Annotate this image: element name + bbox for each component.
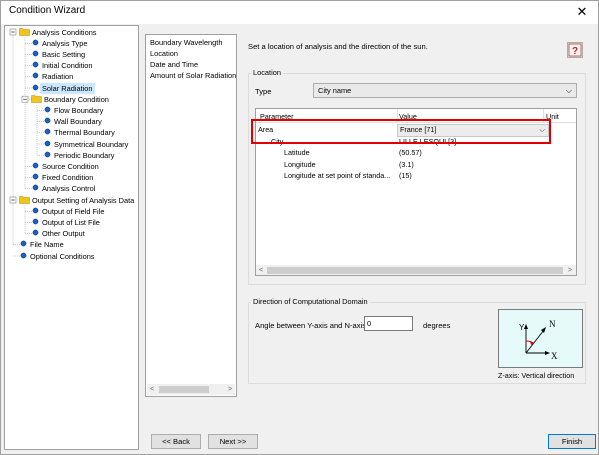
table-row[interactable]: Longitude (3.1) bbox=[256, 159, 576, 170]
tree-item-label: Fixed Condition bbox=[42, 173, 94, 183]
type-select[interactable]: City name ⌵ bbox=[313, 83, 577, 98]
folder-icon bbox=[19, 27, 30, 39]
page-list-scrollbar[interactable]: < > bbox=[147, 384, 235, 395]
scroll-thumb[interactable] bbox=[267, 267, 563, 274]
tree-item[interactable]: File Name bbox=[19, 239, 66, 250]
tree-item[interactable]: Thermal Boundary bbox=[43, 127, 117, 138]
x-axis-label: X bbox=[551, 351, 558, 361]
value-cell: (50.57) bbox=[399, 148, 422, 158]
tree-item-label: Analysis Type bbox=[42, 38, 88, 48]
tree-item-label: Analysis Conditions bbox=[32, 27, 97, 37]
diagram-caption: Z-axis: Vertical direction bbox=[498, 371, 575, 380]
scroll-thumb[interactable] bbox=[159, 386, 209, 393]
tree-item-label: Flow Boundary bbox=[54, 105, 104, 115]
page-item[interactable]: Boundary Wavelength bbox=[150, 38, 222, 47]
title-bar bbox=[1, 1, 598, 24]
tree-item-label: Initial Condition bbox=[42, 61, 93, 71]
tree-item[interactable]: Flow Boundary bbox=[43, 105, 105, 116]
scroll-left-icon[interactable]: < bbox=[256, 265, 266, 275]
tree-item[interactable]: Analysis Conditions bbox=[19, 27, 99, 38]
tree-item[interactable]: Output of List File bbox=[31, 217, 102, 228]
type-label: Type bbox=[255, 87, 272, 96]
tree-item[interactable]: Fixed Condition bbox=[31, 172, 95, 183]
y-axis-label: Y bbox=[519, 323, 525, 332]
angle-label: Angle between Y-axis and N-axis bbox=[255, 321, 367, 330]
page-item[interactable]: Date and Time bbox=[150, 60, 198, 69]
page-item[interactable]: Location bbox=[150, 49, 178, 58]
axis-diagram: Y N X bbox=[498, 309, 583, 368]
type-select-value: City name bbox=[318, 86, 352, 95]
tree-item-label: Symmetrical Boundary bbox=[54, 139, 129, 149]
description-text: Set a location of analysis and the direc… bbox=[248, 42, 428, 51]
tree-item[interactable]: Output of Field File bbox=[31, 206, 106, 217]
chevron-down-icon: ⌵ bbox=[565, 86, 572, 95]
direction-group-label: Direction of Computational Domain bbox=[251, 297, 370, 306]
tree-item-label: Output Setting of Analysis Data bbox=[32, 195, 135, 205]
window-title: Condition Wizard bbox=[9, 5, 86, 16]
tree-item-label: Radiation bbox=[42, 72, 74, 82]
tree-item[interactable]: Other Output bbox=[31, 228, 87, 239]
tree-item[interactable]: Basic Setting bbox=[31, 49, 87, 60]
dot-icon bbox=[19, 251, 28, 263]
table-row[interactable]: Longitude at set point of standa... (15) bbox=[256, 170, 576, 181]
scroll-left-icon[interactable]: < bbox=[147, 384, 157, 395]
tree-item[interactable]: Optional Conditions bbox=[19, 251, 97, 262]
tree-item[interactable]: Boundary Condition bbox=[31, 94, 111, 105]
tree-item-label: Other Output bbox=[42, 229, 85, 239]
scroll-right-icon[interactable]: > bbox=[565, 265, 575, 275]
condition-tree[interactable]: Analysis Conditions Analysis Type Basic Se… bbox=[4, 25, 139, 450]
page-list: Boundary Wavelength Location Date and Time… bbox=[145, 34, 237, 397]
grid-scrollbar[interactable]: < > bbox=[256, 265, 576, 275]
angle-unit: degrees bbox=[423, 321, 451, 330]
parameter-cell: Longitude bbox=[284, 159, 316, 169]
n-axis-label: N bbox=[549, 319, 556, 329]
tree-item[interactable]: Analysis Control bbox=[31, 183, 97, 194]
close-icon[interactable]: ✕ bbox=[572, 3, 592, 20]
parameter-cell: Latitude bbox=[284, 148, 310, 158]
tree-item[interactable]: Source Condition bbox=[31, 161, 101, 172]
highlight-box bbox=[251, 119, 551, 144]
tree-item-label: Periodic Boundary bbox=[54, 150, 115, 160]
tree-item[interactable]: Periodic Boundary bbox=[43, 150, 116, 161]
tree-item-label: Thermal Boundary bbox=[54, 128, 115, 138]
axis-diagram-drawing: Y N X bbox=[519, 319, 558, 361]
angle-input[interactable]: 0 bbox=[364, 316, 413, 331]
help-icon: ? bbox=[568, 43, 582, 57]
table-row[interactable]: Latitude (50.57) bbox=[256, 147, 576, 158]
tree-item[interactable]: Analysis Type bbox=[31, 38, 89, 49]
tree-item[interactable]: Wall Boundary bbox=[43, 116, 104, 127]
tree-item[interactable]: Initial Condition bbox=[31, 60, 95, 71]
tree-item[interactable]: Solar Radiation bbox=[31, 82, 95, 94]
tree-item-label: Optional Conditions bbox=[30, 251, 95, 261]
tree-item-label: Solar Radiation bbox=[40, 82, 95, 94]
page-item[interactable]: Amount of Solar Radiation bbox=[150, 71, 236, 80]
parameter-cell: Longitude at set point of standa... bbox=[284, 171, 391, 181]
scroll-right-icon[interactable]: > bbox=[225, 384, 235, 395]
tree-item-label: Basic Setting bbox=[42, 49, 86, 59]
back-button[interactable]: << Back bbox=[151, 434, 201, 449]
next-button[interactable]: Next >> bbox=[208, 434, 258, 449]
tree-item[interactable]: Symmetrical Boundary bbox=[43, 139, 130, 150]
svg-text:?: ? bbox=[572, 46, 578, 57]
folder-icon bbox=[31, 94, 42, 106]
folder-icon bbox=[19, 195, 30, 207]
finish-button[interactable]: Finish bbox=[548, 434, 596, 449]
help-button[interactable]: ? bbox=[567, 42, 583, 58]
tree-item-label: File Name bbox=[30, 240, 64, 250]
tree-item-label: Analysis Control bbox=[42, 184, 96, 194]
tree-item-label: Output of List File bbox=[42, 217, 100, 227]
tree-item-label: Output of Field File bbox=[42, 206, 105, 216]
value-cell: (15) bbox=[399, 171, 412, 181]
tree-item-label: Source Condition bbox=[42, 161, 99, 171]
tree-item[interactable]: Output Setting of Analysis Data bbox=[19, 195, 136, 206]
location-group-label: Location bbox=[251, 68, 283, 77]
tree-item[interactable]: Radiation bbox=[31, 71, 75, 82]
tree-item-label: Wall Boundary bbox=[54, 117, 102, 127]
tree-item-label: Boundary Condition bbox=[44, 94, 109, 104]
value-cell: (3.1) bbox=[399, 159, 414, 169]
